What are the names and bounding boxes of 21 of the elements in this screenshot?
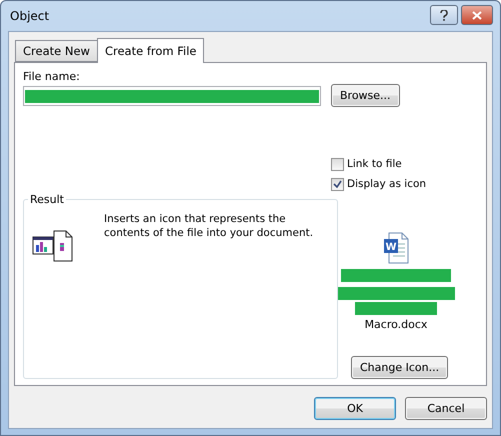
window-title: Object [9, 9, 50, 23]
dialog-button[interactable]: Cancel [405, 397, 487, 420]
tab[interactable]: Create New [15, 40, 98, 62]
file-name-field[interactable] [23, 86, 321, 106]
browse-button[interactable]: Browse... [331, 84, 400, 107]
help-button[interactable] [430, 5, 458, 25]
help-icon [440, 10, 448, 20]
file-icon [32, 229, 74, 263]
result-title: Result [29, 193, 65, 206]
tab[interactable]: Create from File [96, 38, 204, 63]
checkbox-label[interactable]: Display as icon [347, 178, 426, 190]
result-description: Inserts an icon that represents the contents of the file into your document. [104, 212, 314, 240]
file-name-label: File name: [23, 70, 81, 83]
checkbox-label[interactable]: Link to file [347, 158, 402, 170]
checkbox[interactable] [331, 178, 344, 190]
dialog-button[interactable]: OK [314, 397, 396, 420]
close-button[interactable] [461, 5, 493, 25]
change-icon-button[interactable]: Change Icon... [351, 356, 448, 379]
close-icon [472, 10, 482, 20]
checkbox[interactable] [331, 158, 344, 170]
icon-caption: Macro.docx [364, 318, 428, 331]
